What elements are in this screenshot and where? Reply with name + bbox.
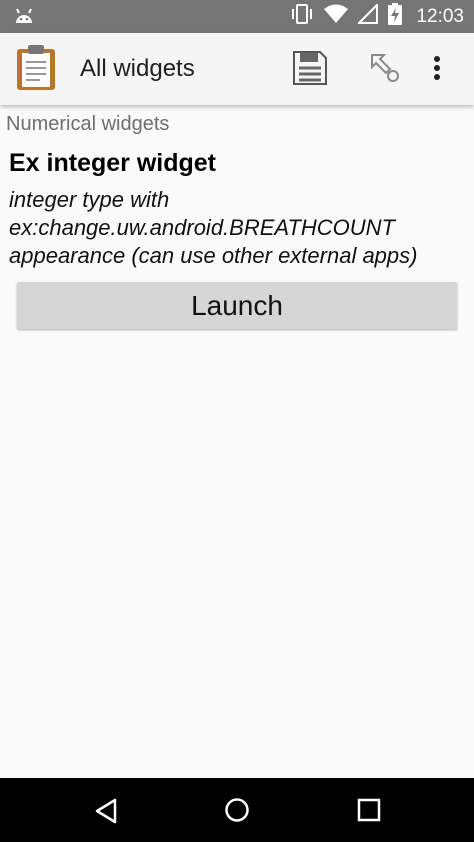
hint-line: integer type with	[9, 187, 170, 212]
android-icon	[14, 7, 34, 30]
signal-icon	[357, 2, 379, 29]
question-label: Ex integer widget	[9, 149, 216, 177]
clipboard-icon	[16, 45, 56, 96]
wifi-icon	[324, 4, 349, 29]
overflow-menu-icon[interactable]	[432, 53, 442, 88]
battery-charging-icon	[388, 3, 403, 30]
go-to-icon[interactable]	[368, 51, 402, 90]
page-title: All widgets	[80, 55, 195, 82]
back-icon[interactable]	[94, 798, 118, 829]
question-hint: integer type with ex:change.uw.android.B…	[9, 186, 469, 270]
hint-line: appearance (can use other external apps)	[9, 243, 418, 268]
hint-line: ex:change.uw.android.BREATHCOUNT	[9, 215, 395, 240]
app-bar: All widgets	[0, 33, 474, 105]
save-icon[interactable]	[293, 51, 327, 90]
status-time: 12:03	[416, 5, 464, 27]
home-icon[interactable]	[224, 797, 250, 828]
group-label: Numerical widgets	[6, 113, 170, 135]
launch-button[interactable]: Launch	[17, 282, 457, 329]
status-bar: 12:03	[0, 0, 474, 33]
recents-icon[interactable]	[357, 798, 381, 827]
vibrate-icon	[290, 4, 314, 29]
navigation-bar	[0, 778, 474, 842]
